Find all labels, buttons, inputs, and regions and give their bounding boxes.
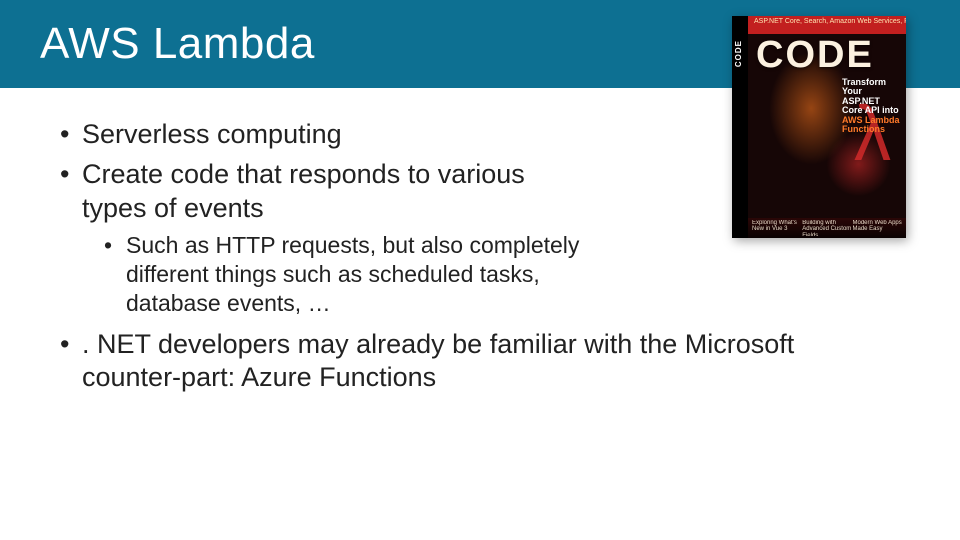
slide: AWS Lambda CODE ASP.NET Core, Search, Am…: [0, 0, 960, 540]
cover-top-strip: ASP.NET Core, Search, Amazon Web Service…: [748, 16, 906, 34]
bullet-item: . NET developers may already be familiar…: [60, 328, 900, 396]
content-area: Serverless computing Create code that re…: [0, 88, 960, 395]
bullet-item: Serverless computing: [60, 118, 580, 152]
slide-title: AWS Lambda: [40, 19, 315, 69]
bullet-text: Create code that responds to various typ…: [82, 159, 525, 223]
bullet-list-level2: Such as HTTP requests, but also complete…: [82, 231, 580, 317]
cover-spine-text: CODE: [734, 40, 746, 67]
cover-brand: CODE: [756, 36, 874, 74]
bullet-list-level1: Serverless computing Create code that re…: [60, 118, 900, 395]
bullet-sub-item: Such as HTTP requests, but also complete…: [104, 231, 580, 317]
bullet-item: Create code that responds to various typ…: [60, 158, 580, 318]
